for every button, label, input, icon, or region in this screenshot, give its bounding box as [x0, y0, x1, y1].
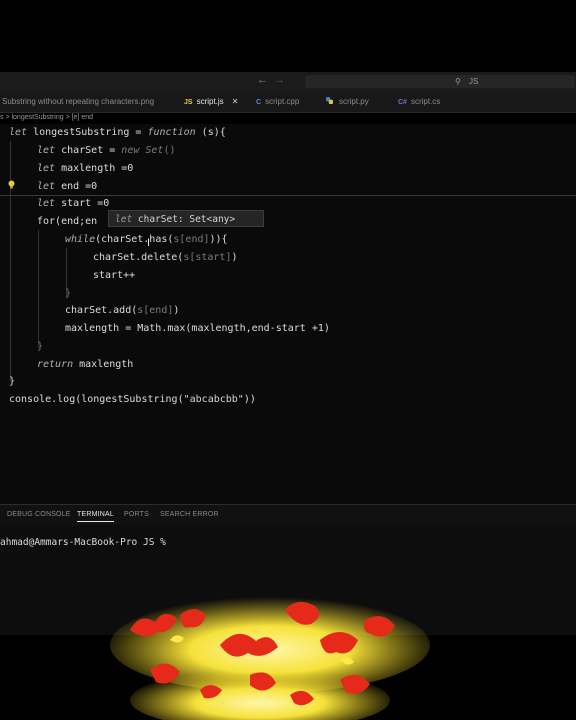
- code-line-9: start++: [93, 270, 136, 281]
- code-line-12: maxlength = Math.max(maxlength,end-start…: [65, 323, 330, 334]
- tab-script-cpp[interactable]: Cscript.cpp: [256, 92, 299, 112]
- code-line-4: let end =0: [37, 181, 98, 192]
- tab-script-py[interactable]: script.py: [326, 92, 369, 112]
- code-line-15: }: [9, 376, 16, 387]
- terminal-prompt: ahmad@Ammars-MacBook-Pro JS %: [0, 537, 166, 548]
- search-label: JS: [469, 77, 479, 86]
- tab-ports[interactable]: PORTS: [124, 505, 149, 525]
- code-line-5: let start =0: [37, 198, 110, 209]
- tab-label: Substring without repeating characters.p…: [2, 97, 155, 106]
- code-line-1: let longestSubstring = function (s){: [9, 127, 226, 138]
- close-icon[interactable]: ✕: [232, 97, 239, 106]
- code-line-3: let maxlength =0: [37, 163, 134, 174]
- breadcrumb[interactable]: s > longestSubstring > [e] end: [0, 114, 93, 124]
- code-line-2: let charSet = new Set(): [37, 145, 176, 156]
- back-arrow-icon[interactable]: ←: [257, 74, 268, 86]
- code-line-16: console.log(longestSubstring("abcabcbb")…: [9, 394, 256, 405]
- text-cursor-icon: I: [147, 237, 151, 249]
- js-file-icon: JS: [184, 99, 193, 106]
- tab-png[interactable]: Substring without repeating characters.p…: [2, 92, 154, 112]
- panel-tab-bar: DEBUG CONSOLE TERMINAL PORTS SEARCH ERRO…: [0, 505, 576, 525]
- tab-search-error[interactable]: SEARCH ERROR: [160, 505, 219, 525]
- indent-guide: [10, 141, 11, 381]
- code-line-11: charSet.add(s[end]): [65, 305, 180, 316]
- code-line-13: }: [37, 341, 44, 352]
- tab-label: script.py: [338, 97, 369, 106]
- code-line-6: for(end;en: [37, 216, 98, 227]
- indent-guide: [38, 230, 39, 348]
- tab-label: script.js: [196, 97, 224, 106]
- csharp-file-icon: C#: [398, 99, 407, 106]
- forward-arrow-icon[interactable]: →: [274, 74, 285, 86]
- python-file-icon: [326, 97, 335, 106]
- explosion-effect: [110, 597, 430, 720]
- hover-tooltip: let charSet: Set<any>: [108, 210, 264, 227]
- lightbulb-icon[interactable]: [8, 180, 15, 189]
- editor-tab-bar: Substring without repeating characters.p…: [0, 92, 576, 113]
- tab-debug-console[interactable]: DEBUG CONSOLE: [7, 505, 71, 525]
- tab-label: script.cs: [410, 97, 441, 106]
- tab-label: script.cpp: [265, 97, 300, 106]
- cpp-file-icon: C: [256, 99, 262, 106]
- command-center-search[interactable]: ⚲ JS: [305, 75, 575, 88]
- tab-script-js[interactable]: JS script.js ✕: [184, 92, 238, 112]
- code-line-10: }: [65, 288, 72, 299]
- code-line-8: charSet.delete(s[start]): [93, 252, 238, 263]
- tab-terminal[interactable]: TERMINAL: [77, 505, 114, 522]
- tab-script-cs[interactable]: C# script.cs: [398, 92, 440, 112]
- search-icon: ⚲: [455, 77, 461, 86]
- code-line-14: return maxlength: [37, 359, 134, 370]
